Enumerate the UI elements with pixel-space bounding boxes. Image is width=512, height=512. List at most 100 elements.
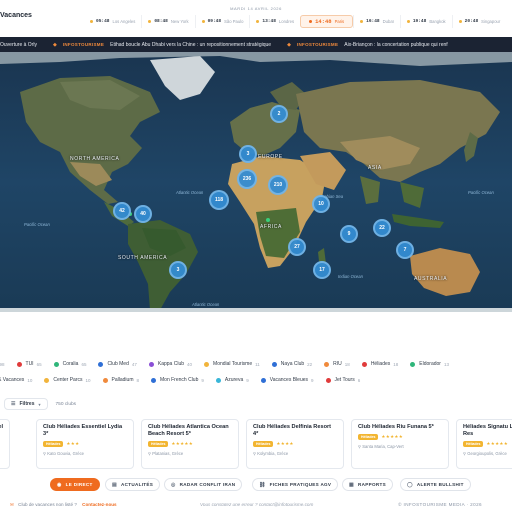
club-meta: Héliades ★★★★★ [463,441,512,447]
bottom-toolbar: ◉ LE DIRECT ▤ ACTUALITÉS ◎ RADAR CONFLIT IRAN… [0,478,512,492]
brand-chip[interactable]: Palladium 8 [102,377,139,383]
clock-time: 13:48 [262,19,276,24]
location-pin-icon[interactable] [266,218,270,222]
club-location: ⚲ Santa Maria, Cap-Vert [358,444,442,449]
star-rating-icon: ★★★★ [276,441,294,446]
filters-button[interactable]: ☰ Filtres ▾ [4,398,48,410]
footer: ✉ Club de vacances non listé ? Contactez… [0,498,512,512]
clock-dot-icon [148,20,152,23]
toolbar-button[interactable]: ▦ RAPPORTS [342,478,393,491]
club-cluster-marker[interactable]: 9 [340,225,358,243]
brand-chip[interactable]: Jet Tours 6 [325,377,360,383]
brand-name: Eldorador [419,361,441,367]
brand-chip[interactable]: Kappa Club 40 [148,361,193,367]
brand-chip[interactable]: Mondial Tourisme 11 [204,361,260,367]
footer-error-note[interactable]: Vous constatez une erreur ? contact@info… [200,502,313,507]
toolbar-button[interactable]: ◯ ALERTE BULLSHIT [400,478,471,491]
club-cluster-marker[interactable]: 118 [209,190,229,210]
brand-chip[interactable]: TUI 65 [16,361,42,367]
contact-link[interactable]: Contactez-nous [82,502,116,507]
report-icon: ▦ [349,481,355,488]
club-cluster-marker[interactable]: 3 [169,261,187,279]
world-clock[interactable]: 14:48 Paris [300,15,354,28]
clock-city: Bangkok [429,19,446,24]
brand-badge: Héliades [43,441,64,447]
toolbar-button[interactable]: ◉ LE DIRECT [50,478,100,491]
clock-dot-icon [256,20,260,23]
ticker-item[interactable]: ◆ INFOSTOURISME Etihad boucle Abu Dhabi … [47,42,271,48]
brand-count: 11 [255,361,260,367]
clock-city: Dubaï [382,19,394,24]
continent-label: AUSTRALIA [414,276,448,282]
world-clock[interactable]: 20:48 Singapour [451,15,507,28]
club-card[interactable]: el [0,419,10,469]
brand-name: Coralia [62,361,79,367]
brand-chip[interactable]: Coralia 65 [53,361,86,367]
broadcast-icon: ◉ [57,481,62,488]
brand-name: Center Parcs [53,377,83,383]
brand-color-dot-icon [148,361,154,367]
brand-row: 198 TUI65 Coralia65 Club Med47 Kappa Club40 M… [0,356,512,372]
club-cluster-marker[interactable]: 22 [373,219,391,237]
brand-title[interactable]: Vacances [0,12,32,19]
club-location: ⚲ Kolymbia, Grèce [253,451,337,456]
toolbar-button[interactable]: ▤ ACTUALITÉS [105,478,161,491]
club-card[interactable]: Héliades Signatu Luxury Grand Res Héliade… [456,419,512,469]
club-location: ⚲ Platanias, Grèce [148,451,232,456]
news-icon: ▤ [112,481,118,488]
club-cluster-marker[interactable]: 40 [134,205,152,223]
toolbar-button[interactable]: ◎ RADAR CONFLIT IRAN [164,478,243,491]
world-clock[interactable]: 19:48 Bangkok [399,15,452,28]
brand-name: RIU [333,361,342,367]
clock-city: Londres [278,19,295,24]
brand-chip[interactable]: RIU 18 [324,361,350,367]
club-card[interactable]: Club Héliades Atlantica Ocean Beach Reso… [141,419,239,469]
brand-chip[interactable]: Vacances Bleues 9 [260,377,314,383]
club-cluster-marker[interactable]: 2 [270,105,288,123]
club-card[interactable]: Club Héliades Delfinia Resort 4* Héliades… [246,419,344,469]
world-clock[interactable]: 08:48 New York [141,15,194,28]
ticker-item[interactable]: Ouverture à Orly [0,42,37,48]
club-location-text: Santa Maria, Cap-Vert [362,444,404,449]
brand-chip[interactable]: Mon French Club 9 [151,377,204,383]
club-cluster-marker[interactable]: 7 [396,241,414,259]
club-cluster-marker[interactable]: 3 [239,145,257,163]
brand-chip[interactable]: Center Parcs 10 [44,377,91,383]
club-card[interactable]: Club Héliades Essentiel Lydia 3* Héliades… [36,419,134,469]
brand-chip[interactable]: Club Med 47 [98,361,137,367]
world-map[interactable]: NORTH AMERICA EUROPE ASIA AFRICA SOUTH A… [0,52,512,312]
brand-badge: Héliades [463,441,484,447]
footer-copyright: © INFOSTOURISME MEDIA · 2026 [398,502,482,507]
world-clock[interactable]: 16:48 Dubaï [353,15,400,28]
brand-chip[interactable]: Héliades 18 [361,361,399,367]
brand-color-dot-icon [151,377,157,383]
club-cluster-marker[interactable]: 27 [288,238,306,256]
club-cluster-marker[interactable]: 10 [312,195,330,213]
club-name: Club Héliades Delfinia Resort 4* [253,424,332,437]
brand-color-dot-icon [325,377,331,383]
brand-chip[interactable]: Eldorador 13 [410,361,449,367]
club-cluster-marker[interactable]: 210 [268,175,288,195]
filter-icon: ☰ [11,401,16,407]
toolbar-button[interactable]: ⛓ FICHES PRATIQUES AGV [252,478,339,491]
club-cluster-marker[interactable]: 236 [237,169,257,189]
club-cluster-marker[interactable]: 42 [113,202,131,220]
world-clock[interactable]: 09:48 São Paulo [194,15,250,28]
brand-chip[interactable]: 198 [0,362,5,367]
brand-chip[interactable]: & Vacances 10 [0,377,32,383]
club-location-text: Kato Gouvia, Grèce [47,451,85,456]
brand-chip[interactable]: Naya Club 22 [271,361,312,367]
ticker-text: Aix-Briançon : la concertation publique … [344,41,448,48]
brand-color-dot-icon [271,361,277,367]
brand-count: 18 [393,361,399,367]
club-name: Héliades Signatu Luxury Grand Res [463,424,512,437]
club-cards: el Club Héliades Essentiel Lydia 3* Héliad… [0,419,512,469]
club-cluster-marker[interactable]: 17 [313,261,331,279]
ticker-item[interactable]: ◆ INFOSTOURISME Aix-Briançon : la concer… [281,42,448,48]
club-card[interactable]: Club Héliades Riu Funana 5* Héliades ★★★★★… [351,419,449,469]
brand-count: 40 [187,361,193,367]
brand-chip[interactable]: Azureva 9 [215,377,249,383]
world-clock[interactable]: 13:48 Londres [249,15,300,28]
world-clock[interactable]: 05:48 Los Angeles [84,15,141,28]
brand-color-dot-icon [44,377,50,383]
